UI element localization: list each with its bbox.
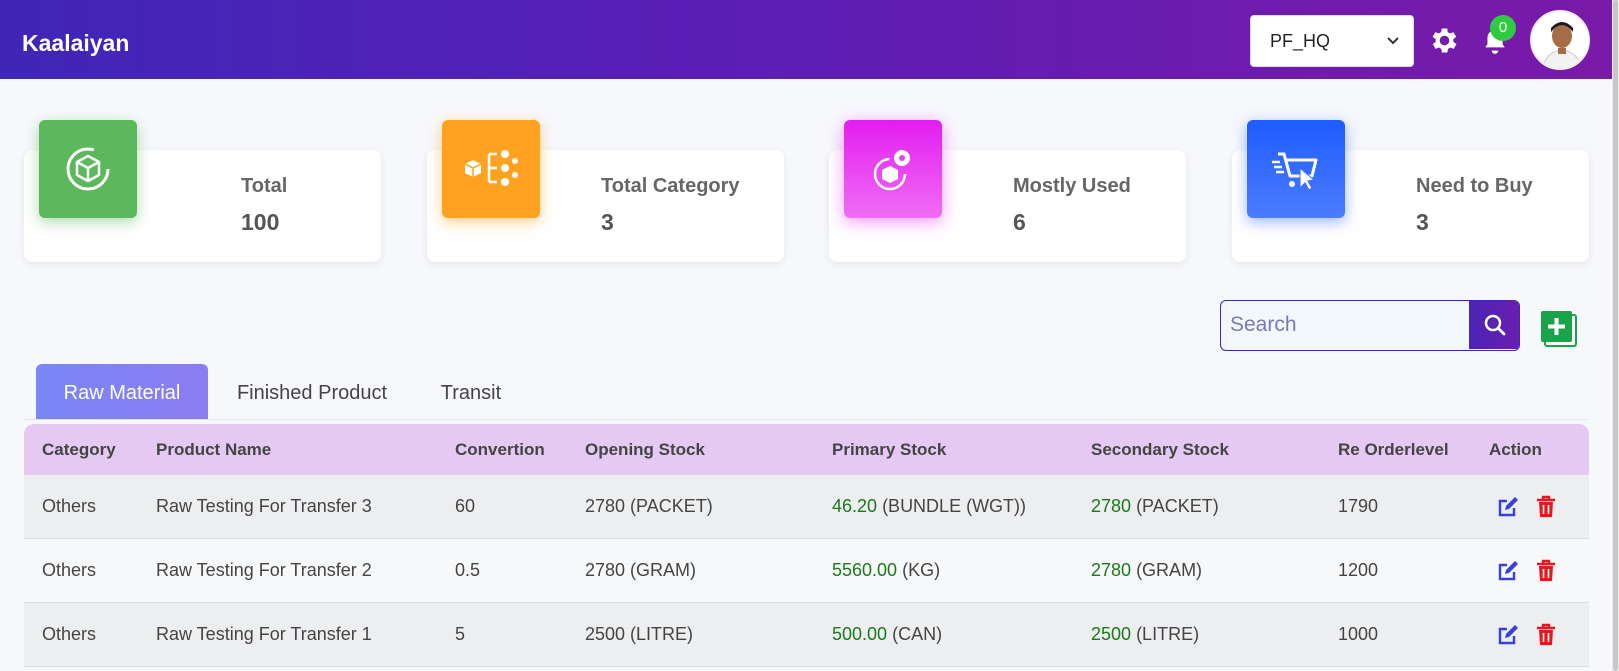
stat-value: 3 (1416, 209, 1429, 235)
box-gear-icon (844, 120, 942, 218)
cell-primary-stock: 500.00 (CAN) (832, 624, 942, 645)
column-header-convertion[interactable]: Convertion (455, 440, 545, 460)
column-header-re-orderlevel[interactable]: Re Orderlevel (1338, 440, 1449, 460)
cell-reorder-level: 1000 (1338, 624, 1379, 644)
cell-product-name: Raw Testing For Transfer 3 (156, 496, 372, 516)
cell-reorder-level: 1790 (1338, 496, 1379, 516)
edit-icon[interactable] (1496, 623, 1520, 647)
edit-icon[interactable] (1496, 495, 1520, 519)
cell-conversion: 5 (455, 624, 466, 644)
delete-icon[interactable] (1534, 623, 1558, 647)
tab-divider (24, 419, 1589, 420)
avatar-image (1532, 12, 1588, 68)
search-button[interactable] (1469, 301, 1519, 349)
stat-value: 100 (241, 209, 280, 235)
cell-secondary-stock: 2500 (LITRE) (1091, 624, 1199, 645)
location-select[interactable]: PF_HQ (1250, 15, 1414, 67)
edit-icon[interactable] (1496, 559, 1520, 583)
column-header-category[interactable]: Category (42, 440, 116, 460)
primary-unit: (KG) (902, 560, 941, 580)
search-icon (1484, 314, 1506, 336)
cell-opening-stock: 2780 (GRAM) (585, 560, 697, 580)
primary-unit: (CAN) (892, 624, 943, 644)
secondary-unit: (GRAM) (1136, 560, 1203, 580)
cell-conversion: 0.5 (455, 560, 481, 580)
brand-name[interactable]: Kaalaiyan (22, 30, 129, 57)
cell-product-name: Raw Testing For Transfer 2 (156, 560, 372, 580)
stat-value: 6 (1013, 209, 1026, 235)
top-header: Kaalaiyan PF_HQ 0 (0, 0, 1612, 79)
primary-qty: 5560.00 (832, 560, 898, 580)
cell-primary-stock: 5560.00 (KG) (832, 560, 940, 581)
secondary-unit: (PACKET) (1136, 496, 1219, 516)
cell-category: Others (42, 560, 97, 580)
stat-value: 3 (601, 209, 614, 235)
notification-badge: 0 (1490, 15, 1516, 41)
location-select-value: PF_HQ (1270, 31, 1331, 51)
gear-icon[interactable] (1428, 24, 1461, 57)
secondary-qty: 2780 (1091, 496, 1132, 516)
stat-title: Mostly Used (1013, 175, 1131, 197)
search-box (1220, 300, 1520, 351)
cell-secondary-stock: 2780 (GRAM) (1091, 560, 1202, 581)
primary-qty: 500.00 (832, 624, 888, 644)
column-header-primary-stock[interactable]: Primary Stock (832, 440, 946, 460)
cell-reorder-level: 1200 (1338, 560, 1379, 580)
chevron-down-icon (1387, 37, 1399, 45)
cell-primary-stock: 46.20 (BUNDLE (WGT)) (832, 496, 1026, 517)
stat-title: Need to Buy (1416, 175, 1533, 197)
primary-unit: (BUNDLE (WGT)) (882, 496, 1027, 516)
table-header: Category Product Name Convertion Opening… (24, 424, 1589, 475)
cell-secondary-stock: 2780 (PACKET) (1091, 496, 1219, 517)
secondary-unit: (LITRE) (1136, 624, 1200, 644)
column-header-action: Action (1489, 440, 1542, 459)
delete-icon[interactable] (1534, 495, 1558, 519)
column-header-secondary-stock[interactable]: Secondary Stock (1091, 440, 1229, 460)
primary-qty: 46.20 (832, 496, 878, 516)
column-header-opening-stock[interactable]: Opening Stock (585, 440, 705, 460)
table-row[interactable]: Others Raw Testing For Transfer 1 5 2500… (24, 603, 1589, 667)
column-header-product-name[interactable]: Product Name (156, 440, 271, 460)
cell-opening-stock: 2500 (LITRE) (585, 624, 694, 644)
table-row[interactable]: Others Raw Testing For Transfer 3 60 278… (24, 475, 1589, 539)
avatar[interactable] (1530, 10, 1590, 70)
tab-transit[interactable]: Transit (426, 364, 516, 419)
tab-raw-material[interactable]: Raw Material (36, 364, 208, 419)
stat-title: Total Category (601, 175, 740, 197)
tab-finished-product[interactable]: Finished Product (224, 364, 400, 419)
cell-opening-stock: 2780 (PACKET) (585, 496, 713, 516)
cube-icon (39, 120, 137, 218)
table-row[interactable]: Others Raw Testing For Transfer 2 0.5 27… (24, 539, 1589, 603)
secondary-qty: 2780 (1091, 560, 1132, 580)
search-input[interactable] (1221, 301, 1469, 349)
stock-table: Category Product Name Convertion Opening… (24, 424, 1589, 667)
cell-category: Others (42, 624, 97, 644)
category-boxes-icon (442, 120, 540, 218)
delete-icon[interactable] (1534, 559, 1558, 583)
cell-conversion: 60 (455, 496, 476, 516)
cell-category: Others (42, 496, 97, 516)
stat-title: Total (241, 175, 288, 197)
scrollbar-thumb[interactable] (1613, 0, 1618, 671)
cart-icon (1247, 120, 1345, 218)
cell-product-name: Raw Testing For Transfer 1 (156, 624, 372, 644)
secondary-qty: 2500 (1091, 624, 1132, 644)
add-item-icon[interactable] (1540, 310, 1578, 348)
